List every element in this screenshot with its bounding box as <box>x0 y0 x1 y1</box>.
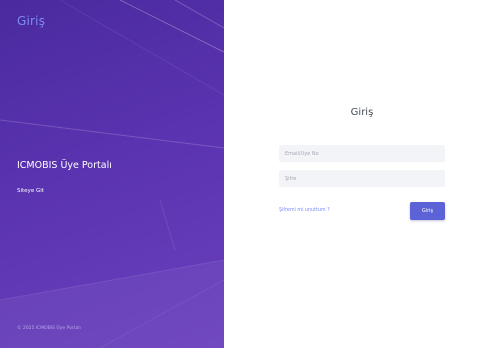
login-panel: Giriş Şifremi mi unuttum ? Giriş <box>224 0 500 348</box>
background-lines-decoration <box>0 0 224 348</box>
password-input[interactable] <box>279 170 445 187</box>
copyright-text: © 2025 ICMOBIS Üye Portalı <box>17 326 81 331</box>
brand-logo-text: Giriş <box>17 14 46 28</box>
username-input[interactable] <box>279 145 445 162</box>
go-to-site-link[interactable]: Siteye Git <box>17 188 44 194</box>
portal-title: ICMOBIS Üye Portalı <box>17 160 112 171</box>
branding-panel: Giriş ICMOBIS Üye Portalı Siteye Git © 2… <box>0 0 224 348</box>
forgot-password-link[interactable]: Şifremi mi unuttum ? <box>279 208 330 213</box>
login-button[interactable]: Giriş <box>410 202 445 220</box>
login-title: Giriş <box>350 107 374 118</box>
